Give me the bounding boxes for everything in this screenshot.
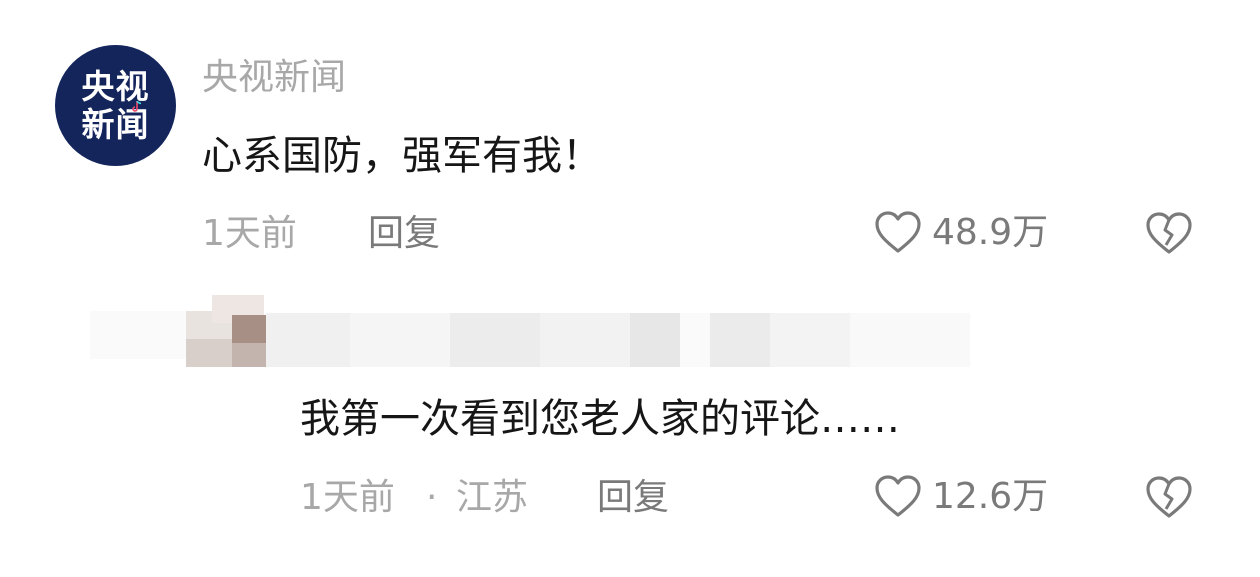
reply-button[interactable]: 回复: [368, 212, 440, 256]
reply-like-button[interactable]: 12.6万: [874, 474, 1048, 520]
comment-time: 1天前: [202, 213, 297, 254]
like-count: 48.9万: [932, 212, 1049, 253]
reply-location: 江苏: [456, 477, 529, 518]
broken-heart-icon[interactable]: [1144, 210, 1194, 258]
heart-outline-icon: [875, 475, 921, 517]
blurred-replier-info: [90, 293, 970, 375]
avatar-text-line1: 央视: [81, 66, 150, 106]
avatar[interactable]: 央视 新闻: [55, 45, 176, 166]
douyin-icon: [132, 101, 142, 112]
username[interactable]: 央视新闻: [202, 56, 346, 100]
reply-time: 1天前: [300, 477, 395, 518]
reply-reply-button[interactable]: 回复: [597, 476, 669, 520]
heart-outline-icon: [875, 211, 921, 253]
broken-heart-icon[interactable]: [1144, 474, 1194, 522]
meta-separator: ·: [426, 477, 438, 518]
reply-comment-text: 我第一次看到您老人家的评论……: [300, 396, 900, 442]
comment-text: 心系国防，强军有我！: [202, 133, 602, 179]
reply-like-count: 12.6万: [932, 476, 1049, 517]
like-button[interactable]: 48.9万: [874, 210, 1048, 256]
